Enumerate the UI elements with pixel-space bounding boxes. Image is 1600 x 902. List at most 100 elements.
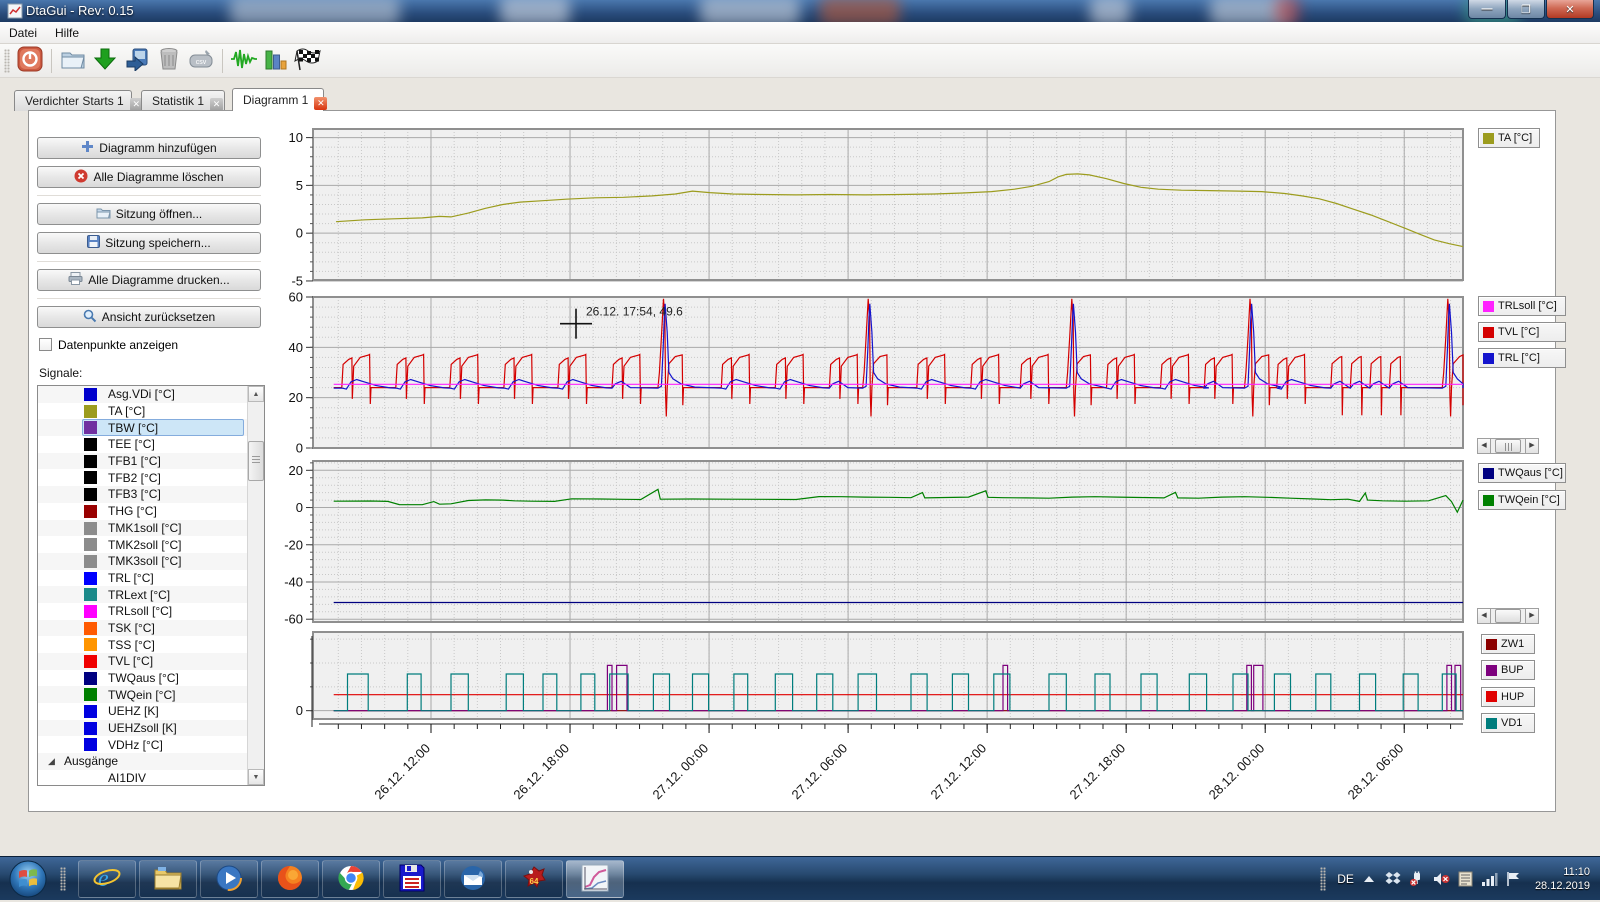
chart-panel-2[interactable]: 200-20-40-60 [283,461,1463,622]
signal-item-tfb1-c-[interactable]: TFB1 [°C] [38,453,264,470]
scroll-up-icon[interactable]: ▲ [248,386,264,402]
scroll-track[interactable] [1491,438,1525,454]
scroll-thumb[interactable] [248,441,264,481]
print-all-diagrams-button[interactable]: Alle Diagramme drucken... [37,269,261,291]
taskbar-app-thunderbird[interactable] [444,860,502,898]
scroll-track[interactable] [1491,608,1525,624]
clock[interactable]: 11:1028.12.2019 [1535,865,1590,893]
bar-chart-icon [264,47,288,74]
signal-item-thg-c-[interactable]: THG [°C] [38,503,264,520]
network-signal-icon[interactable] [1481,871,1498,888]
signal-item-tfb2-c-[interactable]: TFB2 [°C] [38,469,264,486]
legend-vd1: VD1 [1481,713,1535,733]
legend-twqaus-c-: TWQaus [°C] [1478,463,1566,483]
show-datapoints-checkbox[interactable] [39,338,52,351]
action-center-flag-icon[interactable] [1505,871,1522,888]
taskbar-app-internet-explorer[interactable]: e [78,860,136,898]
menu-datei[interactable]: Datei [0,24,46,42]
csv-export-button[interactable]: csv [186,47,216,75]
signal-label: TFB3 [°C] [108,487,161,501]
open-folder-button[interactable] [58,47,88,75]
download-arrow-button[interactable] [90,47,120,75]
signal-item-vdhz-c-[interactable]: VDHz [°C] [38,736,264,753]
signal-item-asg-vdi-c-[interactable]: Asg.VDi [°C] [38,386,264,403]
taskbar-app-chrome[interactable] [322,860,380,898]
volume-muted-icon[interactable] [1433,871,1450,888]
signal-item-tmk1soll-c-[interactable]: TMK1soll [°C] [38,520,264,537]
signal-item-ta-c-[interactable]: TA [°C] [38,403,264,420]
signal-item-tvl-c-[interactable]: TVL [°C] [38,653,264,670]
scroll-left-icon[interactable]: ◀ [1477,438,1491,454]
waveform-button[interactable] [229,47,259,75]
tree-expander-icon[interactable]: ◢ [48,756,55,767]
add-diagram-button[interactable]: Diagramm hinzufügen [37,137,261,159]
chart-panel-3[interactable]: 0 [283,632,1463,719]
signal-item-ausg-nge[interactable]: ◢Ausgänge [38,753,264,770]
taskbar-app-windows-explorer[interactable] [139,860,197,898]
signal-item-tee-c-[interactable]: TEE [°C] [38,436,264,453]
minimize-button[interactable]: — [1468,0,1506,19]
delete-all-diagrams-button[interactable]: Alle Diagramme löschen [37,166,261,188]
power-button[interactable] [15,47,45,75]
bar-chart-button[interactable] [261,47,291,75]
scroll-down-icon[interactable]: ▼ [248,769,264,785]
signal-item-tbw-c-[interactable]: TBW [°C] [38,419,264,436]
tab-statistik-1[interactable]: Statistik 1✕ [141,90,225,111]
start-button[interactable] [8,859,50,899]
signal-item-tmk3soll-c-[interactable]: TMK3soll [°C] [38,553,264,570]
taskbar-grip [60,867,66,891]
legend-color-swatch [1486,639,1497,650]
chart-panel-1[interactable]: 604020026.12. 17:54, 49.6 [283,297,1463,448]
power-plug-icon[interactable] [1409,871,1426,888]
tab-close-icon[interactable]: ✕ [314,97,327,110]
svg-text:64: 64 [530,877,539,886]
signal-item-uehz-k-[interactable]: UEHZ [K] [38,703,264,720]
signal-item-twqein-c-[interactable]: TWQein [°C] [38,686,264,703]
import-device-button[interactable] [122,47,152,75]
signal-item-ai1div[interactable]: AI1DIV [38,770,264,786]
scroll-thumb[interactable] [1495,609,1521,623]
scroll-left-icon[interactable]: ◀ [1477,608,1491,624]
taskbar-app-red-64-app[interactable]: 64 [505,860,563,898]
signal-list-scrollbar[interactable]: ▲▼ [247,386,264,785]
scroll-right-icon[interactable]: ▶ [1525,608,1539,624]
chart-panel-0[interactable]: 1050-5 [283,129,1463,280]
chart-h-scrollbar-1[interactable]: ◀▶ [1477,608,1539,624]
hidden-icons-icon[interactable] [1361,871,1378,888]
finish-flag-button[interactable] [293,47,323,75]
signal-item-uehzsoll-k-[interactable]: UEHZsoll [K] [38,720,264,737]
close-button[interactable]: ✕ [1546,0,1594,19]
taskbar-app-firefox[interactable] [261,860,319,898]
taskbar-app-media-player[interactable] [200,860,258,898]
signal-color-swatch [84,522,97,535]
signal-item-trlext-c-[interactable]: TRLext [°C] [38,586,264,603]
restore-button[interactable]: ❐ [1507,0,1545,19]
signal-item-tsk-c-[interactable]: TSK [°C] [38,620,264,637]
open-session-button[interactable]: Sitzung öffnen... [37,203,261,225]
signal-item-twqaus-c-[interactable]: TWQaus [°C] [38,670,264,687]
legend-color-swatch [1486,665,1497,676]
taskbar-app-floppy-app[interactable] [383,860,441,898]
windows-taskbar: DE 11:1028.12.2019 e 64 [0,856,1600,900]
save-session-button[interactable]: Sitzung speichern... [37,232,261,254]
trash-button[interactable] [154,47,184,75]
chart-h-scrollbar-0[interactable]: ◀▶ [1477,438,1539,454]
dropbox-icon[interactable] [1385,871,1402,888]
tab-verdichter-starts-1[interactable]: Verdichter Starts 1✕ [14,90,132,111]
signal-item-tfb3-c-[interactable]: TFB3 [°C] [38,486,264,503]
scroll-right-icon[interactable]: ▶ [1525,438,1539,454]
scroll-thumb[interactable] [1495,439,1521,453]
language-indicator[interactable]: DE [1337,872,1354,886]
reset-view-button[interactable]: Ansicht zurücksetzen [37,306,261,328]
signal-item-tmk2soll-c-[interactable]: TMK2soll [°C] [38,536,264,553]
svg-text:20: 20 [289,463,303,478]
task-list-icon[interactable] [1457,871,1474,888]
menu-bar: Datei Hilfe [0,22,1600,44]
menu-hilfe[interactable]: Hilfe [46,24,88,42]
tab-diagramm-1[interactable]: Diagramm 1✕ [232,88,324,111]
signal-item-tss-c-[interactable]: TSS [°C] [38,636,264,653]
signal-item-trl-c-[interactable]: TRL [°C] [38,570,264,587]
taskbar-app-dtagui[interactable] [566,860,624,898]
time-tick-label: 27.12. 18:00 [1067,741,1129,803]
signal-item-trlsoll-c-[interactable]: TRLsoll [°C] [38,603,264,620]
